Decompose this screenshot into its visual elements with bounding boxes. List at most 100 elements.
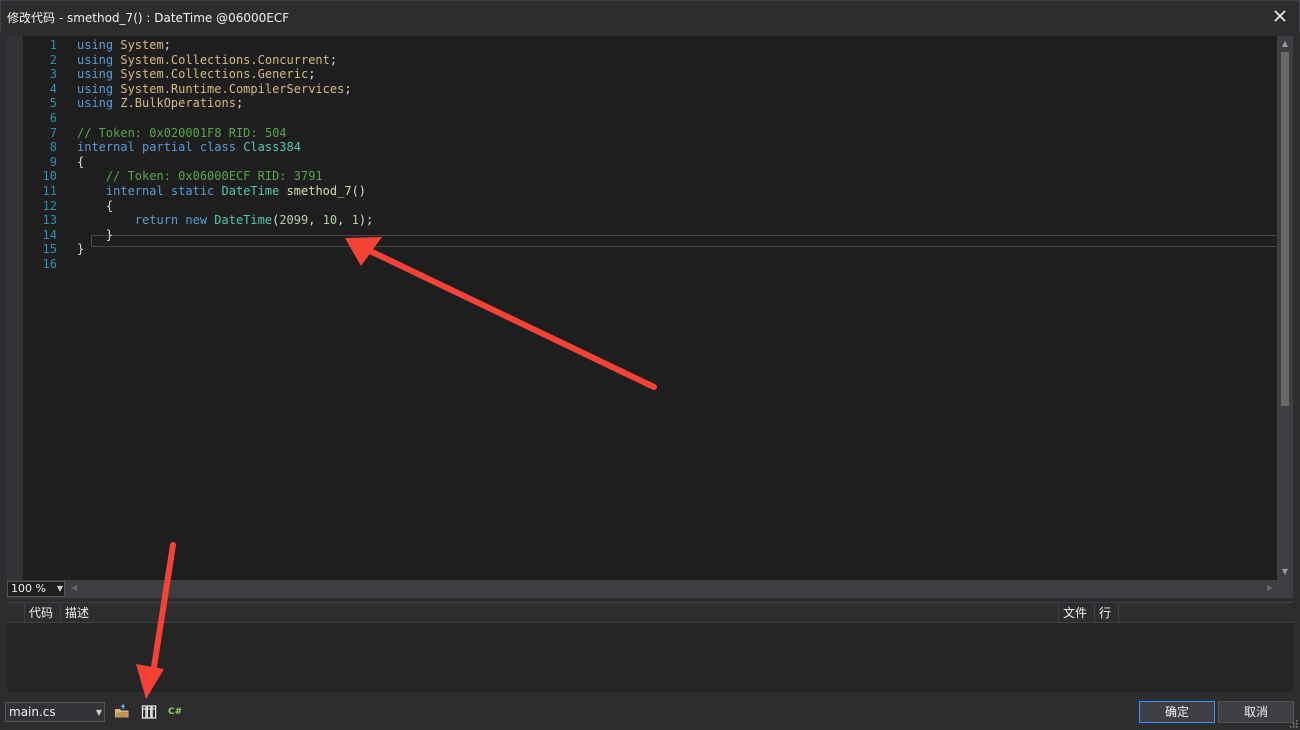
line-number: 8 [49,140,57,155]
code-text[interactable]: { [77,199,113,213]
code-token: ; [163,38,171,52]
code-token: DateTime [214,213,273,228]
code-text[interactable]: } [77,228,113,242]
error-list-header: 代码 描述 文件 行 [7,603,1293,623]
chevron-down-icon[interactable]: ▼ [96,708,102,717]
scroll-up-icon[interactable]: ▲ [1280,39,1290,49]
scrollbar-thumb[interactable] [1281,52,1289,406]
code-token: 10 [322,213,338,228]
line-number: 5 [49,96,57,111]
title-bar: 修改代码 - smethod_7() : DateTime @06000ECF [0,0,1300,32]
resize-grip-icon[interactable] [1288,718,1298,728]
line-number: 9 [49,154,57,169]
code-token: Z.BulkOperations [120,96,236,111]
code-token: // Token: 0x020001F8 RID: 504 [77,125,287,140]
column-code[interactable]: 代码 [25,603,61,623]
line-number: 1 [49,38,57,52]
code-token: // Token: 0x06000ECF RID: 3791 [105,169,323,184]
scroll-right-icon[interactable]: ▶ [1267,583,1273,592]
code-line[interactable]: 11 internal static DateTime smethod_7() [23,184,1277,198]
code-line[interactable]: 3 using System.Collections.Generic; [23,67,1277,81]
window-title: 修改代码 - smethod_7() : DateTime @06000ECF [7,11,290,25]
editor-status-row: 100 % ▼ ◀ ▶ [7,580,1293,598]
code-line[interactable]: 14 } [23,228,1277,242]
line-number: 6 [49,111,57,125]
editor-margin [7,36,23,580]
code-text[interactable]: using System; [77,38,171,52]
code-line[interactable]: 12 { [23,199,1277,213]
code-line[interactable]: 5 using Z.BulkOperations; [23,96,1277,110]
code-text[interactable]: // Token: 0x06000ECF RID: 3791 [77,169,323,183]
scroll-down-icon[interactable]: ▼ [1280,567,1290,577]
code-line[interactable]: 16 [23,257,1277,271]
line-number: 15 [42,242,57,257]
code-token: System.Collections.Concurrent [120,52,330,67]
line-number: 14 [42,227,57,242]
code-text[interactable]: internal static DateTime smethod_7() [77,184,366,198]
code-token: ; [329,52,338,67]
code-line[interactable]: 2 using System.Collections.Concurrent; [23,53,1277,67]
code-token: System.Runtime.CompilerServices [120,81,345,96]
code-line[interactable]: 4 using System.Runtime.CompilerServices; [23,82,1277,96]
error-list: 代码 描述 文件 行 [7,602,1293,692]
open-folder-icon[interactable] [113,703,131,721]
code-editor[interactable]: 1 using System; 2 using System.Collections.… [7,36,1293,580]
code-line[interactable]: 10 // Token: 0x06000ECF RID: 3791 [23,169,1277,183]
code-line[interactable]: 8 internal partial class Class384 [23,140,1277,154]
code-token: Class384 [243,140,301,155]
code-text[interactable]: return new DateTime(2099, 10, 1); [77,213,373,227]
line-number: 3 [49,67,57,82]
code-line[interactable]: 13 return new DateTime(2099, 10, 1); [23,213,1277,227]
code-text[interactable]: using System.Collections.Generic; [77,67,315,81]
code-token: { [77,154,85,169]
code-token: using [77,67,114,82]
csharp-icon[interactable]: C# [168,703,186,721]
cancel-button[interactable]: 取消 [1218,701,1294,723]
code-line[interactable]: 1 using System; [23,38,1277,52]
line-number: 2 [49,52,57,67]
code-text[interactable]: using Z.BulkOperations; [77,96,243,110]
chevron-down-icon[interactable]: ▼ [55,581,65,597]
code-token: smethod_7 [286,184,352,198]
code-text[interactable]: { [77,155,84,169]
code-token: System.Collections.Generic [120,67,309,82]
error-icon-column [7,603,25,623]
code-line[interactable]: 6 [23,111,1277,125]
code-text[interactable]: // Token: 0x020001F8 RID: 504 [77,126,287,140]
code-area[interactable]: 1 using System; 2 using System.Collections.… [23,36,1293,580]
column-file[interactable]: 文件 [1059,603,1095,623]
code-token: ; [308,67,316,82]
code-token: return new [134,213,208,228]
code-token: 2099 [279,213,309,228]
code-token: ; [235,96,244,111]
code-token: } [77,242,85,257]
code-token: , [337,213,352,228]
code-line[interactable]: 9{ [23,155,1277,169]
code-token: DateTime [221,184,280,198]
code-token: System [120,38,164,52]
code-text[interactable]: using System.Collections.Concurrent; [77,53,337,67]
code-token: using [77,52,114,67]
line-number: 7 [49,125,57,140]
vertical-scrollbar[interactable]: ▲ ▼ [1277,36,1293,580]
close-icon[interactable] [1269,5,1291,27]
line-number: 4 [49,81,57,96]
file-select-value: main.cs [9,705,56,719]
code-text[interactable]: } [77,242,84,256]
ok-button[interactable]: 确定 [1139,701,1215,723]
code-line[interactable]: 7 // Token: 0x020001F8 RID: 504 [23,126,1277,140]
code-line[interactable]: 15} [23,242,1277,256]
column-description[interactable]: 描述 [61,603,1059,623]
file-select[interactable]: main.cs ▼ [5,702,105,722]
code-text[interactable]: internal partial class Class384 [77,140,301,154]
scroll-left-icon[interactable]: ◀ [71,583,77,592]
column-line[interactable]: 行 [1095,603,1119,623]
code-token: ); [358,213,374,228]
code-text[interactable]: using System.Runtime.CompilerServices; [77,82,352,96]
code-token: 1 [351,213,359,228]
assembly-references-icon[interactable] [140,703,158,721]
